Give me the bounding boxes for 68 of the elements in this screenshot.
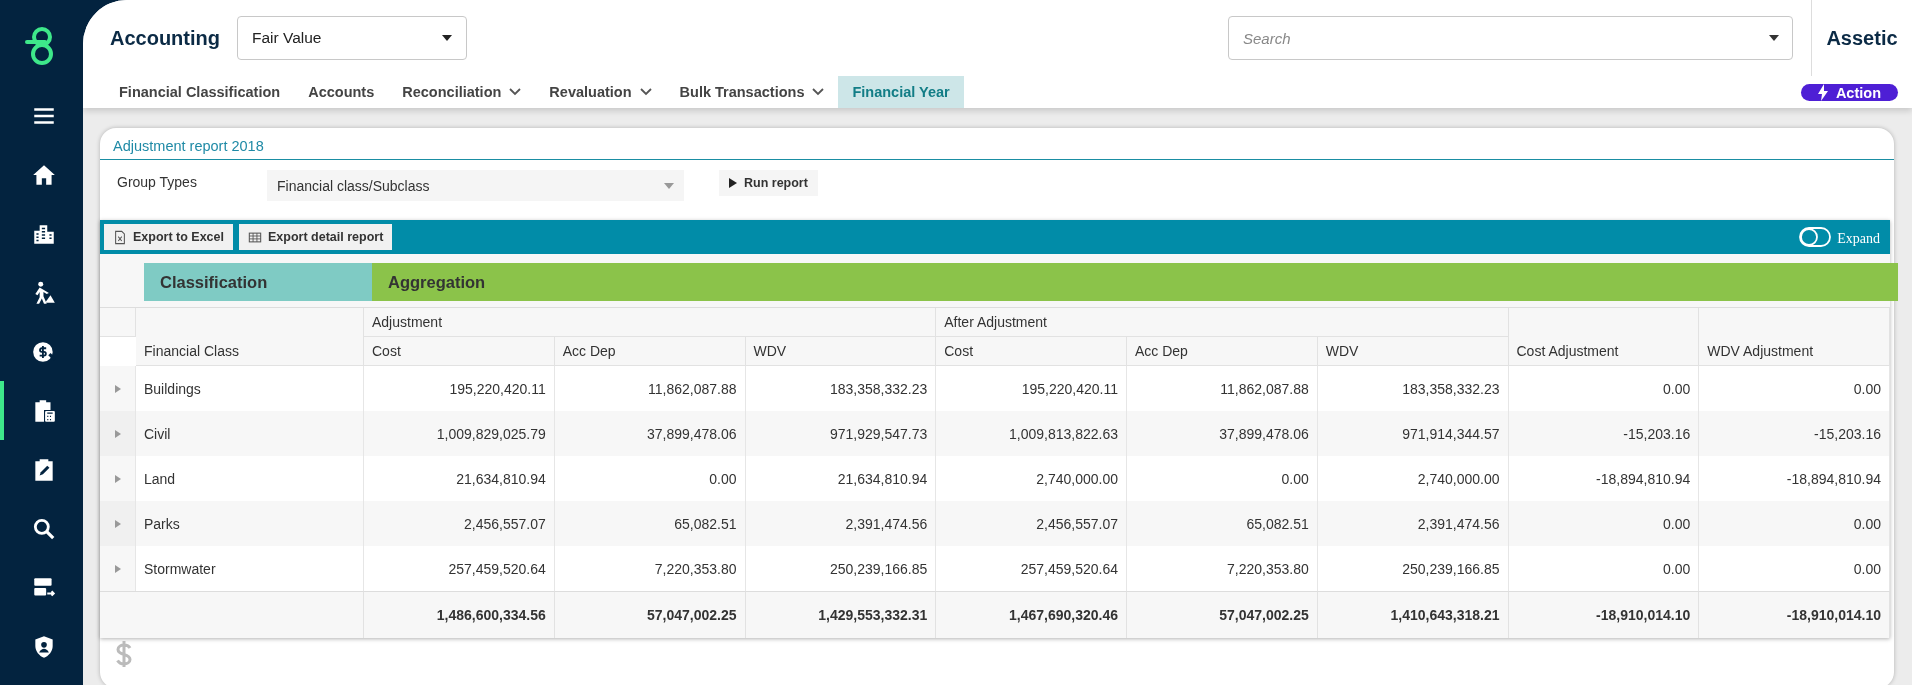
expand-arrow-icon[interactable] — [113, 564, 122, 573]
column-header: Cost — [936, 337, 1127, 366]
export-button[interactable]: Export detail report — [239, 224, 393, 250]
run-report-button[interactable]: Run report — [719, 170, 818, 196]
table-cell: 65,082.51 — [1127, 501, 1318, 546]
nav-tab[interactable]: Accounts — [294, 76, 389, 108]
excel-file-icon — [113, 229, 127, 245]
total-cell: 1,410,643,318.21 — [1317, 591, 1509, 638]
export-button[interactable]: Export to Excel — [104, 224, 233, 250]
module-dropdown[interactable]: Fair Value — [237, 16, 467, 60]
column-header: Financial Class — [136, 308, 364, 366]
group-types-dropdown[interactable]: Financial class/Subclass — [267, 170, 684, 201]
table-cell: 37,899,478.06 — [1127, 411, 1318, 456]
total-cell: 57,047,002.25 — [1127, 591, 1318, 638]
page-title: Accounting — [110, 26, 220, 50]
table-cell: -15,203.16 — [1508, 411, 1700, 456]
caret-icon — [442, 35, 452, 41]
action-button[interactable]: Action — [1800, 84, 1898, 101]
dollar-icon — [114, 640, 134, 668]
table-cell: 2,391,474.56 — [745, 501, 937, 546]
total-cell: 1,467,690,320.46 — [936, 591, 1127, 638]
caret-icon[interactable] — [1769, 35, 1779, 41]
expand-arrow-icon[interactable] — [113, 474, 122, 483]
total-cell: 1,486,600,334.56 — [364, 591, 555, 638]
table-cell: 0.00 — [1508, 501, 1700, 546]
column-header: Acc Dep — [554, 337, 746, 366]
table-cell: -15,203.16 — [1699, 411, 1890, 456]
column-header: Cost — [364, 337, 555, 366]
column-header: WDV — [745, 337, 937, 366]
column-header: Acc Dep — [1127, 337, 1318, 366]
total-cell: 57,047,002.25 — [554, 591, 746, 638]
table-cell: 971,929,547.73 — [745, 411, 937, 456]
total-cell: 1,429,553,332.31 — [745, 591, 937, 638]
nav-tab[interactable]: Revaluation — [535, 76, 666, 108]
nav-tab[interactable]: Financial Classification — [105, 76, 295, 108]
report-title: Adjustment report 2018 — [100, 132, 1894, 160]
search-field[interactable]: Search — [1228, 16, 1793, 60]
total-cell: -18,910,014.10 — [1508, 591, 1700, 638]
column-group-header: After Adjustment — [936, 308, 1509, 337]
table-cell: 65,082.51 — [554, 501, 746, 546]
column-header: WDV Adjustment — [1699, 308, 1890, 366]
total-cell: -18,910,014.10 — [1699, 591, 1890, 638]
expand-arrow-icon[interactable] — [113, 384, 122, 393]
table-cell: 37,899,478.06 — [554, 411, 746, 456]
row-area-header: Classification — [144, 263, 372, 301]
group-types-label: Group Types — [117, 173, 198, 190]
table-cell: 971,914,344.57 — [1317, 411, 1509, 456]
expand-toggle[interactable] — [1799, 227, 1832, 247]
column-header: WDV — [1317, 337, 1509, 366]
row-label: Civil — [136, 411, 364, 456]
table-cell: 1,009,813,822.63 — [936, 411, 1127, 456]
column-group-header: Adjustment — [364, 308, 937, 337]
caret-icon — [664, 182, 674, 189]
nav-tab[interactable]: Financial Year — [838, 76, 964, 108]
table-cell: 1,009,829,025.79 — [364, 411, 555, 456]
nav-tab[interactable]: Reconciliation — [388, 76, 536, 108]
column-header: Cost Adjustment — [1508, 308, 1700, 366]
lightning-icon — [1817, 84, 1828, 101]
expand-label: Expand — [1837, 230, 1880, 247]
play-icon — [729, 178, 737, 188]
data-area-header: Aggregation — [372, 263, 1898, 301]
table-cell: 2,456,557.07 — [936, 501, 1127, 546]
table-cell: 2,456,557.07 — [364, 501, 555, 546]
table-cell: 0.00 — [1699, 501, 1890, 546]
table-icon — [248, 229, 262, 245]
row-label: Parks — [136, 501, 364, 546]
nav-tab[interactable]: Bulk Transactions — [665, 76, 839, 108]
table-cell: 2,391,474.56 — [1317, 501, 1509, 546]
